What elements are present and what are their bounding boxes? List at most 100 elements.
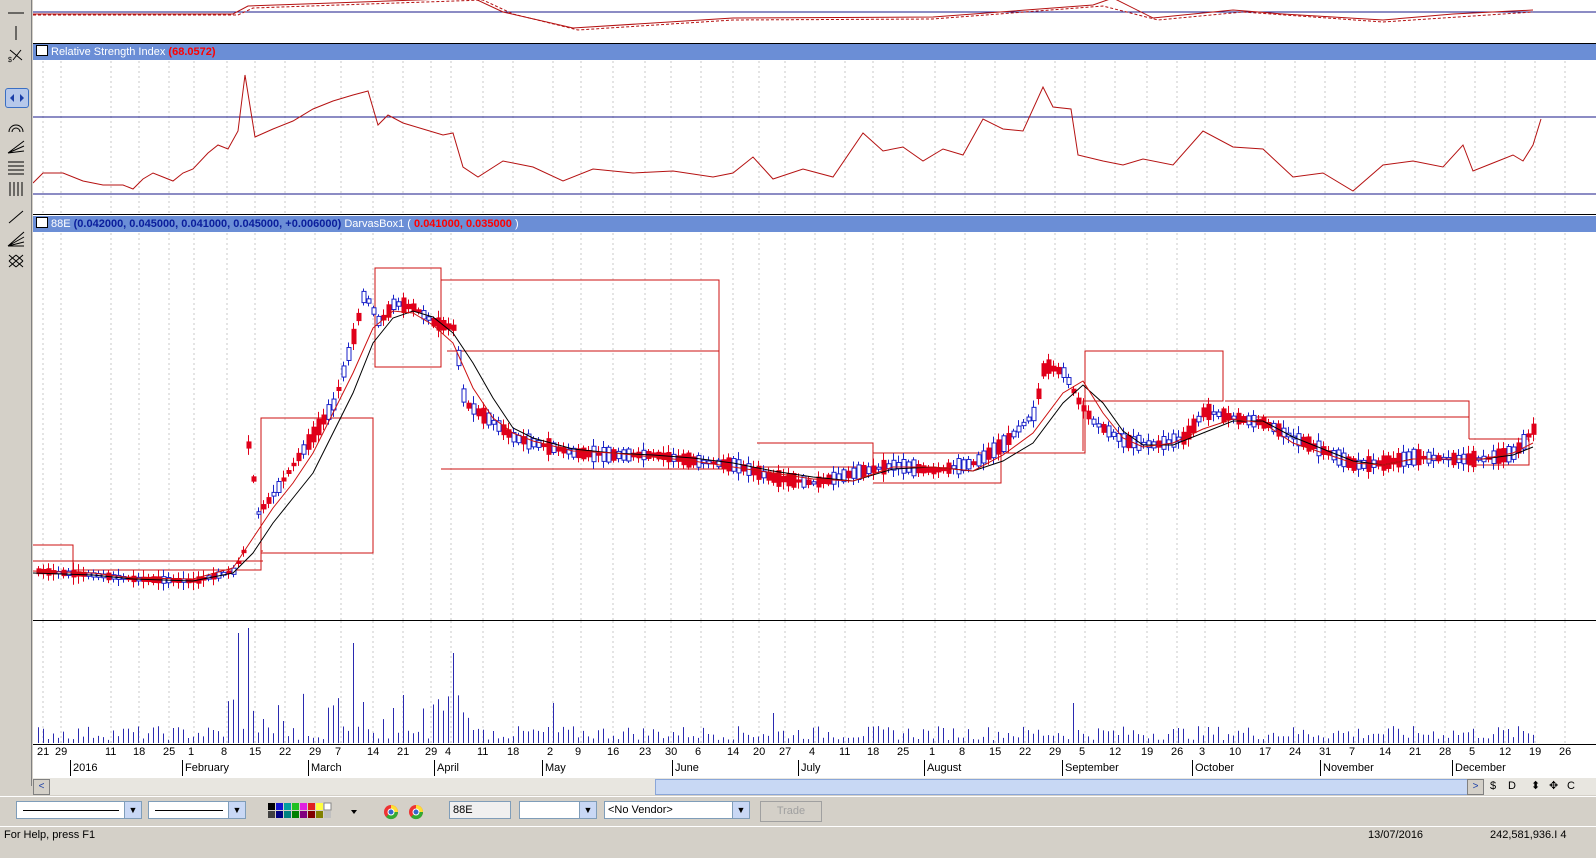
candle-body [601,447,607,462]
candle-body [621,449,627,461]
candle-body [531,438,537,448]
candle-body [771,472,777,483]
x-axis-day-label: 9 [575,746,582,758]
speed-lines-icon[interactable] [5,230,27,248]
x-axis-day-label: 25 [897,746,910,758]
candle-body [1156,440,1162,448]
candle-body [796,479,802,483]
candle-body [766,471,772,481]
x-axis-day-label: 12 [1109,746,1122,758]
candle-body [311,426,317,443]
candle-body [1396,452,1402,468]
trade-button[interactable]: Trade [760,801,822,822]
x-axis-day-label: 15 [989,746,1002,758]
candle-body [851,467,857,479]
c-button[interactable]: C [1567,778,1575,795]
move-button[interactable]: ✥ [1549,778,1558,795]
candle-body [366,298,372,304]
x-axis-day-label: 8 [959,746,966,758]
x-axis-day-label: 1 [929,746,936,758]
horizontal-line-icon[interactable] [5,4,27,22]
color-palette-button[interactable] [268,802,357,820]
x-axis-month-label: August [927,762,962,774]
candle-body [336,386,342,392]
x-axis-day-label: 29 [425,746,438,758]
x-axis-day-label: 14 [1379,746,1392,758]
candle-body [1111,431,1117,438]
month-separator [542,760,543,776]
candle-body [951,465,957,470]
price-plot [33,233,1566,620]
month-separator [798,760,799,776]
candle-body [996,439,1002,455]
candle-body [1246,415,1252,426]
x-axis-day-label: 12 [1499,746,1512,758]
rsi-value: (68.0572) [168,46,216,58]
candlesticks [36,288,1537,591]
daily-period-button[interactable]: D [1508,778,1516,795]
x-axis-month-label: 2016 [73,762,98,774]
x-axis-day-label: 1 [188,746,195,758]
x-axis-day-label: 11 [839,746,851,758]
chart-area[interactable]: Relative Strength Index (68.0572) 88E (0… [33,0,1596,778]
candle-body [296,452,302,462]
scroll-mode-icon[interactable] [5,88,29,108]
chevron-down-icon[interactable]: ▼ [732,802,749,818]
candle-body [1431,454,1437,462]
candle-body [306,434,312,450]
x-axis-month-label: July [801,762,821,774]
crosshair-tool-icon[interactable]: $ [5,46,27,64]
candle-body [736,459,742,474]
candle-body [936,467,942,473]
horizontal-scrollbar[interactable]: < > $ D ⬍ ✥ C [33,778,1596,795]
scroll-thumb[interactable] [655,779,1479,795]
dollar-scale-button[interactable]: $ [1490,778,1496,795]
vendor-select[interactable]: <No Vendor> ▼ [604,801,750,819]
grid-tool-icon[interactable] [5,252,27,270]
candle-body [266,497,272,504]
symbol-field[interactable]: 88E [449,801,511,819]
x-axis-day-label: 18 [867,746,880,758]
fan-tool-icon[interactable] [5,138,27,156]
period-select[interactable]: ▼ [519,801,597,819]
chevron-down-icon[interactable]: ▼ [124,802,141,818]
candle-body [966,458,972,470]
candle-body [1331,450,1337,461]
line-width-select[interactable]: ▼ [148,801,246,819]
candle-body [466,402,472,409]
candle-body [361,290,367,304]
scroll-right-button[interactable]: > [1467,779,1484,795]
browser-icon[interactable] [383,804,399,820]
x-axis-month-label: April [437,762,460,774]
candle-body [981,450,987,464]
trend-line-icon[interactable] [5,208,27,226]
candle-body [1386,455,1392,469]
x-axis-day-label: 17 [1259,746,1272,758]
time-zones-icon[interactable] [5,180,27,198]
x-axis-month-label: February [185,762,230,774]
month-separator [1062,760,1063,776]
candle-body [1221,408,1227,423]
browser-icon[interactable] [408,804,424,820]
candle-body [426,316,432,321]
chevron-down-icon[interactable]: ▼ [228,802,245,818]
x-axis-day-label: 18 [133,746,146,758]
vertical-resize-button[interactable]: ⬍ [1531,778,1540,795]
chevron-down-icon[interactable]: ▼ [579,802,596,818]
color-palette-icon [268,802,357,818]
fibonacci-retracement-icon[interactable] [5,158,27,176]
vertical-line-icon[interactable] [5,24,27,42]
candle-body [821,477,827,485]
arc-tool-icon[interactable] [5,118,27,136]
candle-body [321,414,327,425]
status-date: 13/07/2016 [1368,829,1424,841]
candle-body [356,312,362,322]
pane-checkbox[interactable] [36,217,48,228]
candle-body [461,388,467,403]
candle-body [831,471,837,485]
pane-checkbox[interactable] [36,45,48,56]
line-style-select[interactable]: ▼ [16,801,142,819]
x-axis-day-label: 22 [1019,746,1032,758]
scroll-left-button[interactable]: < [33,779,50,795]
candle-body [681,453,687,466]
